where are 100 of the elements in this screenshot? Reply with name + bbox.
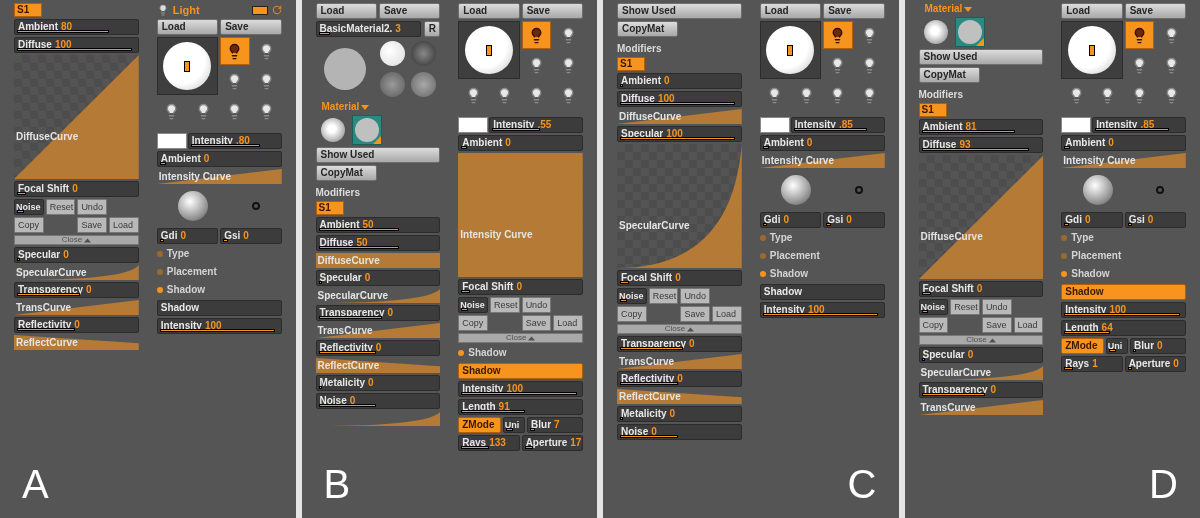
section-header[interactable]: Shadow xyxy=(156,282,282,298)
button[interactable]: Copy xyxy=(14,217,44,233)
slider[interactable]: Diffuse 93 xyxy=(918,137,1044,153)
button[interactable]: Load xyxy=(458,3,520,19)
button[interactable]: Undo xyxy=(521,297,552,313)
slider[interactable]: Intensity 100 xyxy=(458,381,583,397)
light-bulb-button[interactable] xyxy=(521,21,552,49)
slider[interactable]: Ambient 50 xyxy=(315,217,441,233)
slider[interactable]: Intensity .80 xyxy=(187,133,282,149)
slider[interactable]: Specular 0 xyxy=(14,247,139,263)
button[interactable]: Show Used xyxy=(315,147,441,163)
light-position-marker[interactable] xyxy=(184,60,191,72)
slider[interactable]: Diffuse 100 xyxy=(14,37,139,53)
slider[interactable]: Intensity .85 xyxy=(1092,117,1186,133)
color-swatch[interactable] xyxy=(1061,117,1092,133)
button[interactable]: Save xyxy=(680,306,711,322)
sphere-preview[interactable] xyxy=(178,191,209,221)
toggle-button[interactable]: ZMode xyxy=(1061,338,1104,354)
slider[interactable]: BasicMaterial2. 3 xyxy=(315,21,422,37)
slider[interactable]: Specular 100 xyxy=(617,126,742,142)
ring-icon[interactable] xyxy=(1156,186,1165,194)
slider[interactable]: Intensity 100 xyxy=(1061,302,1186,318)
sphere-preview[interactable] xyxy=(1082,175,1113,205)
slider[interactable]: Rays 1 xyxy=(1061,356,1123,372)
slider[interactable]: Noise 0 xyxy=(315,393,441,409)
sphere-preview[interactable] xyxy=(323,48,366,90)
slider[interactable]: Aperture 17 xyxy=(521,435,583,451)
toggle-button[interactable]: Shadow xyxy=(458,363,583,379)
close-bar[interactable]: Close xyxy=(14,235,139,245)
ring-icon[interactable] xyxy=(854,186,863,194)
light-position-marker[interactable] xyxy=(1088,44,1095,56)
slider[interactable]: Gsi 0 xyxy=(823,212,885,228)
slider[interactable]: Reflectivity 0 xyxy=(315,340,441,356)
light-preview[interactable] xyxy=(458,21,520,79)
toggle-button[interactable]: Shadow xyxy=(1061,284,1186,300)
slider[interactable]: Reflectivity 0 xyxy=(617,371,742,387)
section-header[interactable]: Shadow xyxy=(458,345,583,361)
slider[interactable]: Specular 0 xyxy=(918,347,1044,363)
slider[interactable]: Uni xyxy=(1105,338,1129,354)
slider[interactable]: Ambient 0 xyxy=(1061,135,1186,151)
sphere-thumbnail[interactable] xyxy=(410,41,436,66)
button[interactable]: Show Used xyxy=(617,3,742,19)
button[interactable]: Load xyxy=(712,306,742,322)
button[interactable]: Reset xyxy=(648,288,679,304)
toggle-button[interactable]: Shadow xyxy=(156,300,282,316)
sphere-thumbnail[interactable] xyxy=(379,72,405,97)
color-swatch[interactable] xyxy=(156,133,187,149)
slider[interactable]: Blur 7 xyxy=(527,417,583,433)
slider[interactable]: Uni xyxy=(502,417,526,433)
button[interactable]: Copy xyxy=(918,317,949,333)
slider[interactable]: Rays 133 xyxy=(458,435,520,451)
button[interactable]: Save xyxy=(823,3,885,19)
slider[interactable]: Focal Shift 0 xyxy=(458,279,583,295)
slider[interactable]: Diffuse 100 xyxy=(617,91,742,107)
slider[interactable]: Intensity 100 xyxy=(156,318,282,334)
slider[interactable]: Metalicity 0 xyxy=(315,375,441,391)
light-bulb-button[interactable] xyxy=(823,21,853,49)
slider[interactable]: Ambient 0 xyxy=(458,135,583,151)
slider[interactable]: Intensity 100 xyxy=(759,302,885,318)
section-header[interactable]: Placement xyxy=(1061,248,1186,264)
button[interactable]: CopyMat xyxy=(918,67,980,83)
section-header[interactable]: Placement xyxy=(156,264,282,280)
material-thumbnail[interactable] xyxy=(954,17,985,47)
button[interactable]: Undo xyxy=(680,288,711,304)
slider[interactable]: Ambient 0 xyxy=(617,73,742,89)
slider[interactable]: Noise xyxy=(918,299,949,315)
light-preview[interactable] xyxy=(759,21,822,79)
section-header[interactable]: Shadow xyxy=(759,266,885,282)
slider[interactable]: Ambient 81 xyxy=(918,119,1044,135)
button[interactable]: Load xyxy=(553,315,583,331)
sphere-thumbnail[interactable] xyxy=(410,72,436,97)
button[interactable]: Save xyxy=(220,19,282,35)
button[interactable]: Save xyxy=(378,3,441,19)
light-preview[interactable] xyxy=(1061,21,1123,79)
button[interactable]: CopyMat xyxy=(315,165,377,181)
light-bulb-button[interactable] xyxy=(1124,21,1155,49)
section-header[interactable]: Shadow xyxy=(1061,266,1186,282)
button[interactable]: Save xyxy=(77,217,108,233)
slider[interactable]: Intensity .55 xyxy=(489,117,583,133)
slider[interactable]: Focal Shift 0 xyxy=(14,181,139,197)
button[interactable]: R xyxy=(424,21,441,37)
button[interactable]: Load xyxy=(1061,3,1123,19)
light-position-marker[interactable] xyxy=(485,44,492,56)
button[interactable]: Save xyxy=(1124,3,1186,19)
slider[interactable]: Transparency 0 xyxy=(14,282,139,298)
button[interactable]: Save xyxy=(521,3,583,19)
tab[interactable]: S1 xyxy=(14,3,42,17)
button[interactable]: Reset xyxy=(489,297,520,313)
slider[interactable]: Ambient 80 xyxy=(14,19,139,35)
section-header[interactable]: Type xyxy=(1061,230,1186,246)
tab[interactable]: S1 xyxy=(918,103,947,117)
section-header[interactable]: Type xyxy=(759,230,885,246)
slider[interactable]: Ambient 0 xyxy=(759,135,885,151)
close-bar[interactable]: Close xyxy=(918,335,1044,345)
slider[interactable]: Focal Shift 0 xyxy=(617,270,742,286)
slider[interactable]: Gdi 0 xyxy=(1061,212,1123,228)
slider[interactable]: Transparency 0 xyxy=(617,336,742,352)
swatch-icon[interactable] xyxy=(251,5,268,15)
button[interactable]: CopyMat xyxy=(617,21,679,37)
slider[interactable]: Blur 0 xyxy=(1130,338,1186,354)
